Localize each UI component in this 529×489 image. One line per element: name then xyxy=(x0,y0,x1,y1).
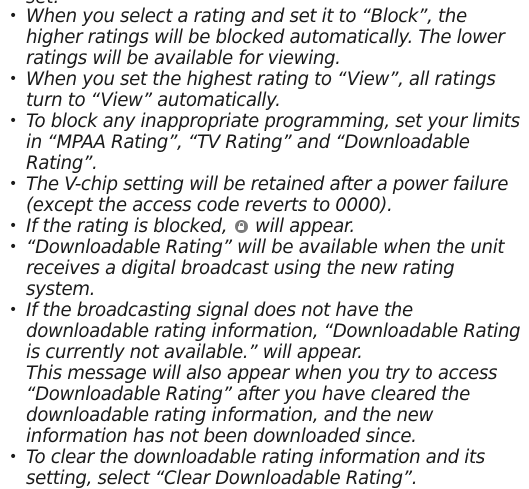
note-text: When you select a rating and set it to “… xyxy=(26,6,505,69)
note-text: “Downloadable Rating” will be available … xyxy=(26,237,505,300)
note-text: To block any inappropriate programming, … xyxy=(26,111,520,174)
bullet: • xyxy=(9,8,17,24)
bullet: • xyxy=(9,176,17,192)
note-text: To clear the downloadable rating informa… xyxy=(26,447,485,489)
note-text: If the broadcasting signal does not have… xyxy=(26,300,521,363)
bullet: • xyxy=(9,302,17,318)
note-item: • The V-chip setting will be retained af… xyxy=(9,174,523,216)
bullet: • xyxy=(9,71,17,87)
note-item: • To block any inappropriate programming… xyxy=(9,111,523,174)
note-text-after-icon: will appear. xyxy=(255,216,355,237)
note-text: When you set the highest rating to “View… xyxy=(26,69,496,111)
bullet: • xyxy=(9,218,17,234)
notes-list: • When you select a rating and set it to… xyxy=(9,6,523,489)
bullet: • xyxy=(9,449,17,465)
note-item: • When you select a rating and set it to… xyxy=(9,6,523,69)
bullet: • xyxy=(9,239,17,255)
note-item: • If the broadcasting signal does not ha… xyxy=(9,300,523,447)
note-item: • “Downloadable Rating” will be availabl… xyxy=(9,237,523,300)
note-text-before-icon: If the rating is blocked, xyxy=(26,216,228,237)
bullet: • xyxy=(9,113,17,129)
note-item: • If the rating is blocked, will appear. xyxy=(9,216,523,237)
lock-icon xyxy=(234,220,248,233)
note-continuation: This message will also appear when you t… xyxy=(26,363,498,447)
note-item: • When you set the highest rating to “Vi… xyxy=(9,69,523,111)
note-text: The V-chip setting will be retained afte… xyxy=(26,174,509,216)
note-item: • To clear the downloadable rating infor… xyxy=(9,447,523,489)
